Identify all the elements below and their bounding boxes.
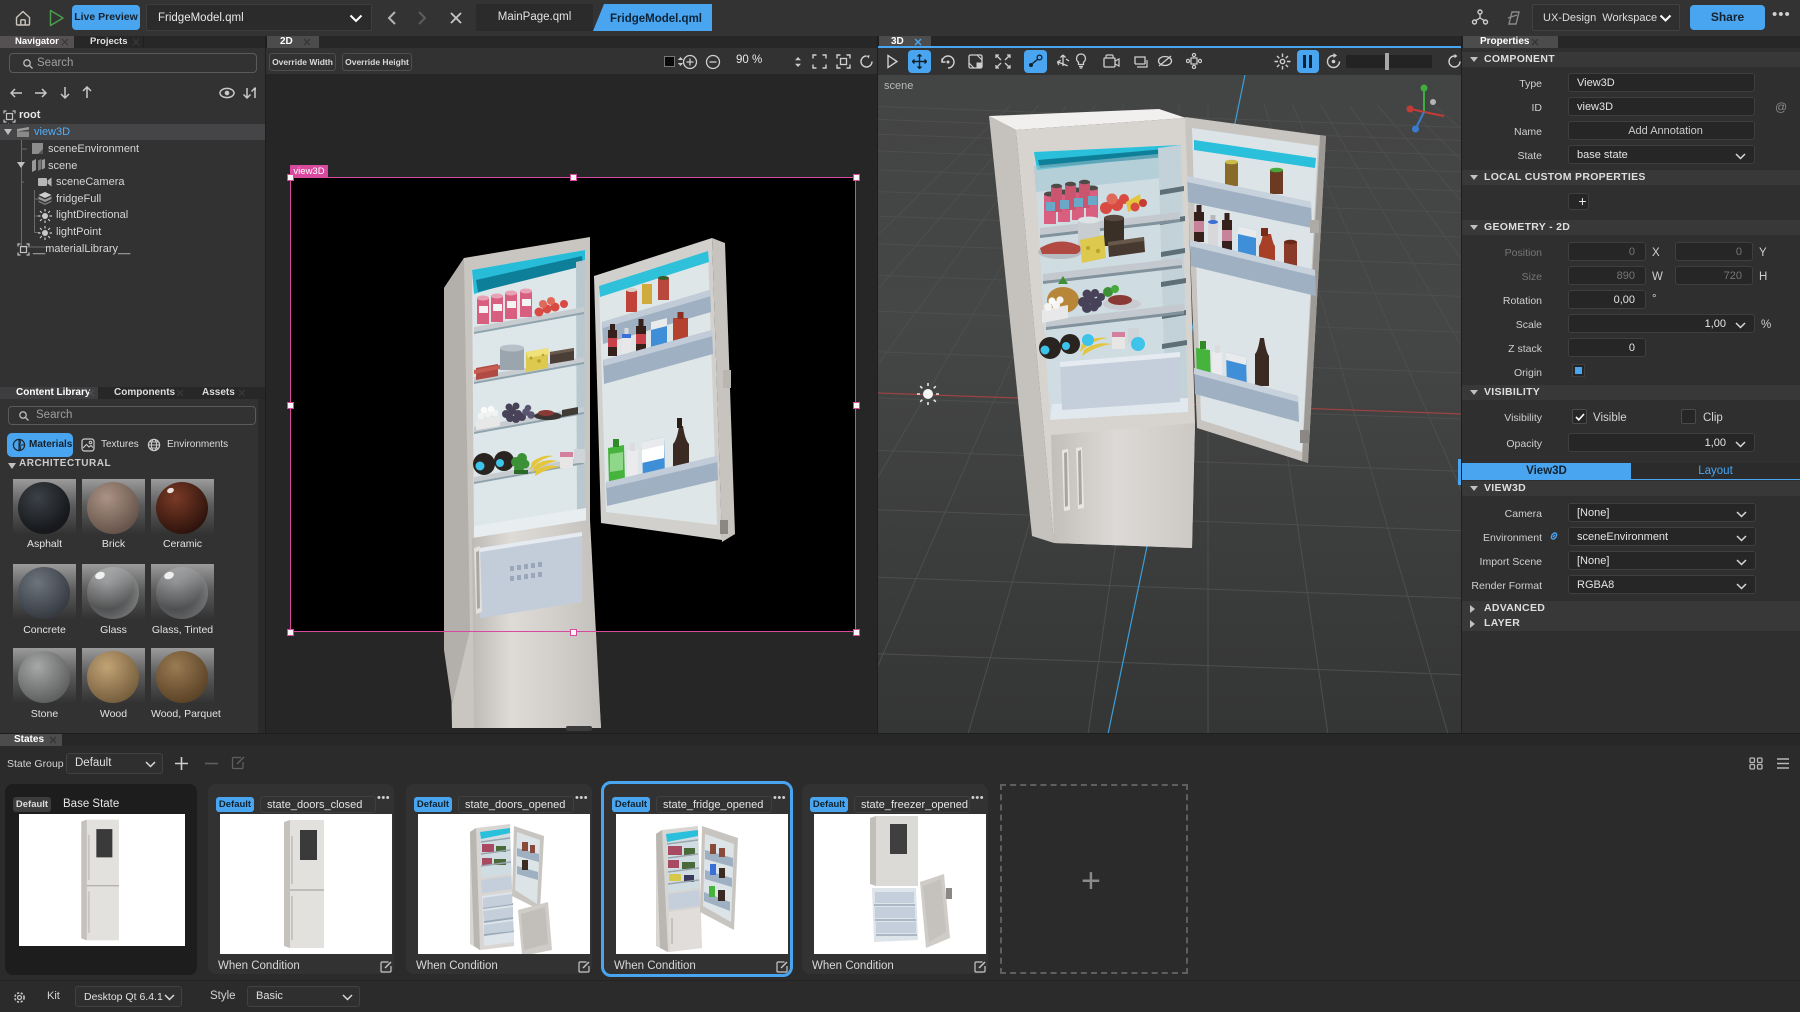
svg-text:scene: scene [884, 80, 913, 92]
svg-text:FridgeModel.qml: FridgeModel.qml [610, 13, 702, 25]
